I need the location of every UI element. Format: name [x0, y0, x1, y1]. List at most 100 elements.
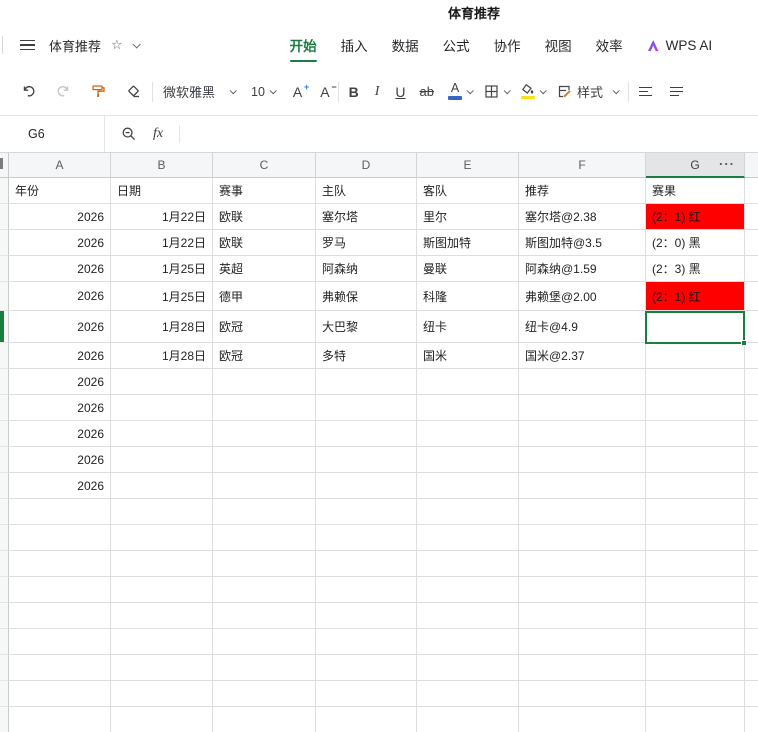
empty-cell[interactable]: [316, 707, 417, 732]
empty-cell[interactable]: [111, 499, 213, 525]
empty-cell[interactable]: [111, 707, 213, 732]
empty-cell[interactable]: [111, 603, 213, 629]
cell[interactable]: 2026: [9, 282, 111, 311]
column-title-cell[interactable]: 赛事: [213, 178, 316, 204]
bold-button[interactable]: B: [349, 84, 359, 100]
tab-collaborate[interactable]: 协作: [493, 27, 522, 63]
row-header-stub[interactable]: [0, 369, 9, 395]
tab-efficiency[interactable]: 效率: [595, 27, 624, 63]
empty-cell[interactable]: [213, 603, 316, 629]
cell[interactable]: 阿森纳@1.59: [519, 256, 646, 282]
empty-cell[interactable]: [9, 525, 111, 551]
column-header-c[interactable]: C: [213, 153, 316, 178]
cell[interactable]: [519, 421, 646, 447]
cell[interactable]: 纽卡@4.9: [519, 311, 646, 343]
cell[interactable]: 纽卡: [417, 311, 519, 343]
empty-cell[interactable]: [646, 525, 745, 551]
empty-cell[interactable]: [417, 629, 519, 655]
column-title-cell[interactable]: 年份: [9, 178, 111, 204]
column-title-cell[interactable]: 日期: [111, 178, 213, 204]
row-header-stub[interactable]: [0, 681, 9, 707]
doc-menu-chevron-icon[interactable]: [132, 40, 141, 49]
cell[interactable]: 2026: [9, 447, 111, 473]
empty-cell[interactable]: [646, 707, 745, 732]
cell[interactable]: 2026: [9, 256, 111, 282]
empty-cell[interactable]: [417, 603, 519, 629]
name-box[interactable]: G6: [0, 116, 105, 152]
cell[interactable]: 欧联: [213, 230, 316, 256]
row-header-stub[interactable]: [0, 230, 9, 256]
cell[interactable]: [646, 473, 745, 499]
row-header-stub[interactable]: [0, 655, 9, 681]
cell[interactable]: 1月22日: [111, 230, 213, 256]
cell[interactable]: 1月25日: [111, 256, 213, 282]
empty-cell[interactable]: [519, 525, 646, 551]
italic-button[interactable]: I: [375, 84, 380, 100]
empty-cell[interactable]: [213, 525, 316, 551]
cell[interactable]: 斯图加特@3.5: [519, 230, 646, 256]
cell[interactable]: 1月22日: [111, 204, 213, 230]
column-header-g[interactable]: G ···: [646, 153, 745, 178]
strikethrough-button[interactable]: ab: [420, 84, 434, 99]
cell[interactable]: [111, 369, 213, 395]
empty-cell[interactable]: [519, 603, 646, 629]
empty-cell[interactable]: [111, 577, 213, 603]
empty-cell[interactable]: [417, 577, 519, 603]
formula-input[interactable]: [180, 116, 758, 152]
cell[interactable]: 德甲: [213, 282, 316, 311]
clear-format-button[interactable]: [125, 83, 142, 100]
empty-cell[interactable]: [213, 655, 316, 681]
column-header-f[interactable]: F: [519, 153, 646, 178]
cell[interactable]: (2：0) 黑: [646, 230, 745, 256]
tab-formula[interactable]: 公式: [442, 27, 471, 63]
cell-style-button[interactable]: 样式: [557, 82, 620, 101]
chevron-down-icon[interactable]: [539, 87, 547, 95]
empty-cell[interactable]: [519, 681, 646, 707]
row-header-stub[interactable]: [0, 473, 9, 499]
hamburger-menu-icon[interactable]: [20, 39, 35, 51]
cell[interactable]: [646, 343, 745, 369]
empty-cell[interactable]: [9, 603, 111, 629]
empty-cell[interactable]: [417, 655, 519, 681]
empty-cell[interactable]: [111, 681, 213, 707]
row-header-stub-active[interactable]: [0, 311, 9, 343]
row-header-stub[interactable]: [0, 629, 9, 655]
cell[interactable]: [646, 369, 745, 395]
tab-insert[interactable]: 插入: [340, 27, 369, 63]
cell[interactable]: 国米: [417, 343, 519, 369]
cell[interactable]: 塞尔塔: [316, 204, 417, 230]
empty-cell[interactable]: [417, 525, 519, 551]
column-title-cell[interactable]: 推荐: [519, 178, 646, 204]
empty-cell[interactable]: [9, 577, 111, 603]
cell[interactable]: [646, 395, 745, 421]
row-header-stub[interactable]: [0, 551, 9, 577]
cell[interactable]: 2026: [9, 473, 111, 499]
format-painter-button[interactable]: [90, 83, 107, 100]
empty-cell[interactable]: [111, 655, 213, 681]
fill-handle[interactable]: [741, 340, 747, 346]
column-title-cell[interactable]: 客队: [417, 178, 519, 204]
cell[interactable]: 欧冠: [213, 343, 316, 369]
empty-cell[interactable]: [213, 551, 316, 577]
empty-cell[interactable]: [316, 525, 417, 551]
empty-cell[interactable]: [316, 499, 417, 525]
cell[interactable]: 英超: [213, 256, 316, 282]
cell[interactable]: 欧冠: [213, 311, 316, 343]
empty-cell[interactable]: [9, 629, 111, 655]
column-title-cell[interactable]: 主队: [316, 178, 417, 204]
empty-cell[interactable]: [213, 499, 316, 525]
column-title-cell[interactable]: 赛果: [646, 178, 745, 204]
cell[interactable]: 2026: [9, 395, 111, 421]
cell[interactable]: [417, 447, 519, 473]
cell[interactable]: [316, 369, 417, 395]
cell[interactable]: [316, 421, 417, 447]
empty-cell[interactable]: [519, 707, 646, 732]
empty-cell[interactable]: [417, 681, 519, 707]
cell[interactable]: 大巴黎: [316, 311, 417, 343]
cell[interactable]: [519, 395, 646, 421]
empty-cell[interactable]: [646, 603, 745, 629]
cell[interactable]: [519, 447, 646, 473]
row-header-stub[interactable]: [0, 603, 9, 629]
cell[interactable]: 2026: [9, 230, 111, 256]
redo-button[interactable]: [55, 83, 72, 100]
